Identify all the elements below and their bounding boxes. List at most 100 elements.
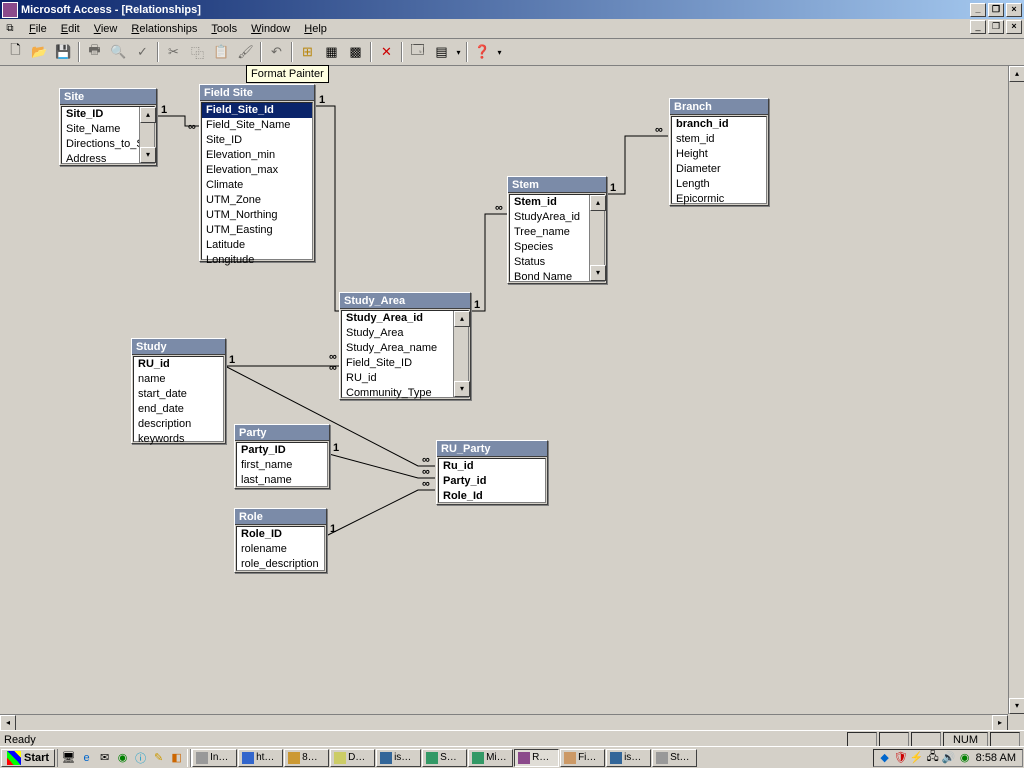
horizontal-scrollbar[interactable]: ◂ ▸ bbox=[0, 714, 1008, 730]
field-row[interactable]: Field_Site_ID bbox=[342, 356, 468, 371]
taskbar-task[interactable]: is… bbox=[606, 749, 651, 767]
field-row[interactable]: Field_Site_Name bbox=[202, 118, 312, 133]
vertical-scrollbar[interactable]: ▴ ▾ bbox=[1008, 66, 1024, 714]
print-button[interactable]: 🖶 bbox=[83, 41, 106, 63]
table-site[interactable]: Site Site_IDSite_NameDirections_to_SiAdd… bbox=[59, 88, 157, 166]
scroll-down-button[interactable]: ▾ bbox=[1009, 698, 1024, 714]
menu-edit[interactable]: Edit bbox=[54, 21, 87, 37]
new-button[interactable]: 🗋 bbox=[4, 41, 27, 63]
table-party[interactable]: Party Party_IDfirst_namelast_name bbox=[234, 424, 330, 489]
taskbar-task[interactable]: St… bbox=[652, 749, 697, 767]
taskbar-task[interactable]: Fi… bbox=[560, 749, 605, 767]
scroll-down-button[interactable]: ▾ bbox=[590, 265, 606, 281]
scroll-up-button[interactable]: ▴ bbox=[140, 107, 156, 123]
scroll-up-button[interactable]: ▴ bbox=[1009, 66, 1024, 82]
ql-icon[interactable]: ◧ bbox=[168, 749, 185, 766]
field-row[interactable]: Community_Type bbox=[342, 386, 468, 401]
database-window-button[interactable]: 🗔 bbox=[406, 41, 429, 63]
taskbar-task[interactable]: 8… bbox=[284, 749, 329, 767]
minimize-button[interactable] bbox=[970, 3, 986, 17]
new-object-button[interactable]: ▤ bbox=[430, 41, 453, 63]
table-header[interactable]: Study_Area bbox=[340, 293, 470, 309]
taskbar-task[interactable]: D… bbox=[330, 749, 375, 767]
field-row[interactable]: Elevation_max bbox=[202, 163, 312, 178]
table-header[interactable]: RU_Party bbox=[437, 441, 547, 457]
ql-ie-icon[interactable]: e bbox=[78, 749, 95, 766]
ql-desktop-icon[interactable]: 🖥 bbox=[60, 749, 77, 766]
restore-button[interactable] bbox=[988, 3, 1004, 17]
field-row[interactable]: branch_id bbox=[672, 117, 766, 132]
copy-button[interactable]: ⿻ bbox=[186, 41, 209, 63]
table-stem[interactable]: Stem Stem_idStudyArea_idTree_nameSpecies… bbox=[507, 176, 607, 284]
taskbar-task[interactable]: S… bbox=[422, 749, 467, 767]
field-row[interactable]: Epicormic bbox=[672, 192, 766, 207]
menu-help[interactable]: Help bbox=[297, 21, 334, 37]
start-button[interactable]: Start bbox=[1, 749, 55, 767]
field-row[interactable]: Party_ID bbox=[237, 443, 327, 458]
field-row[interactable]: Role_Id bbox=[439, 489, 545, 504]
field-row[interactable]: Party_id bbox=[439, 474, 545, 489]
table-header[interactable]: Site bbox=[60, 89, 156, 105]
field-row[interactable]: keywords bbox=[134, 432, 223, 447]
table-scrollbar[interactable]: ▴ ▾ bbox=[139, 107, 154, 163]
save-button[interactable]: 💾 bbox=[52, 41, 75, 63]
help-dropdown[interactable]: ▾ bbox=[495, 48, 504, 57]
field-row[interactable]: Diameter bbox=[672, 162, 766, 177]
tray-shield-icon[interactable]: 🛡 bbox=[894, 751, 908, 765]
scroll-up-button[interactable]: ▴ bbox=[590, 195, 606, 211]
show-direct-button[interactable]: ▦ bbox=[320, 41, 343, 63]
field-row[interactable]: Elevation_min bbox=[202, 148, 312, 163]
field-row[interactable]: stem_id bbox=[672, 132, 766, 147]
show-table-button[interactable]: ⊞ bbox=[296, 41, 319, 63]
field-row[interactable]: description bbox=[134, 417, 223, 432]
paste-button[interactable]: 📋 bbox=[210, 41, 233, 63]
field-row[interactable]: Height bbox=[672, 147, 766, 162]
field-row[interactable]: Study_Area_id bbox=[342, 311, 468, 326]
table-branch[interactable]: Branch branch_idstem_idHeightDiameterLen… bbox=[669, 98, 769, 206]
scroll-down-button[interactable]: ▾ bbox=[454, 381, 470, 397]
table-header[interactable]: Field Site bbox=[200, 85, 314, 101]
field-row[interactable]: UTM_Easting bbox=[202, 223, 312, 238]
field-row[interactable]: Site_ID bbox=[202, 133, 312, 148]
field-row[interactable]: Role_ID bbox=[237, 527, 324, 542]
menu-view[interactable]: View bbox=[87, 21, 125, 37]
table-field-site[interactable]: Field Site Field_Site_IdField_Site_NameS… bbox=[199, 84, 315, 262]
table-header[interactable]: Party bbox=[235, 425, 329, 441]
menu-tools[interactable]: Tools bbox=[204, 21, 244, 37]
field-row[interactable]: end_date bbox=[134, 402, 223, 417]
cut-button[interactable]: ✂ bbox=[162, 41, 185, 63]
table-ru-party[interactable]: RU_Party Ru_idParty_idRole_Id bbox=[436, 440, 548, 505]
tray-icon[interactable]: ◆ bbox=[878, 751, 892, 765]
field-row[interactable]: last_name bbox=[237, 473, 327, 488]
close-button[interactable] bbox=[1006, 3, 1022, 17]
field-row[interactable]: Latitude bbox=[202, 238, 312, 253]
scroll-up-button[interactable]: ▴ bbox=[454, 311, 470, 327]
table-study-area[interactable]: Study_Area Study_Area_idStudy_AreaStudy_… bbox=[339, 292, 471, 400]
menu-relationships[interactable]: Relationships bbox=[124, 21, 204, 37]
open-button[interactable]: 📂 bbox=[28, 41, 51, 63]
field-row[interactable]: Study_Area bbox=[342, 326, 468, 341]
field-row[interactable]: RU_id bbox=[134, 357, 223, 372]
taskbar-task[interactable]: In… bbox=[192, 749, 237, 767]
clear-layout-button[interactable]: ✕ bbox=[375, 41, 398, 63]
show-all-button[interactable]: ▩ bbox=[344, 41, 367, 63]
tray-clock[interactable]: 8:58 AM bbox=[974, 752, 1018, 764]
field-row[interactable]: Climate bbox=[202, 178, 312, 193]
field-row[interactable]: first_name bbox=[237, 458, 327, 473]
field-row[interactable]: Field_Site_Id bbox=[202, 103, 312, 118]
ql-icon[interactable]: ✎ bbox=[150, 749, 167, 766]
spelling-button[interactable]: ✓ bbox=[131, 41, 154, 63]
field-row[interactable]: name bbox=[134, 372, 223, 387]
field-row[interactable]: UTM_Zone bbox=[202, 193, 312, 208]
taskbar-task[interactable]: is… bbox=[376, 749, 421, 767]
field-row[interactable]: start_date bbox=[134, 387, 223, 402]
help-button[interactable]: ❓ bbox=[471, 41, 494, 63]
table-header[interactable]: Branch bbox=[670, 99, 768, 115]
field-row[interactable]: RU_id bbox=[342, 371, 468, 386]
scroll-right-button[interactable]: ▸ bbox=[992, 715, 1008, 730]
field-row[interactable]: Length bbox=[672, 177, 766, 192]
new-object-dropdown[interactable]: ▾ bbox=[454, 48, 463, 57]
field-row[interactable]: Study_Area_name bbox=[342, 341, 468, 356]
field-row[interactable]: Ru_id bbox=[439, 459, 545, 474]
menu-file[interactable]: File bbox=[22, 21, 54, 37]
